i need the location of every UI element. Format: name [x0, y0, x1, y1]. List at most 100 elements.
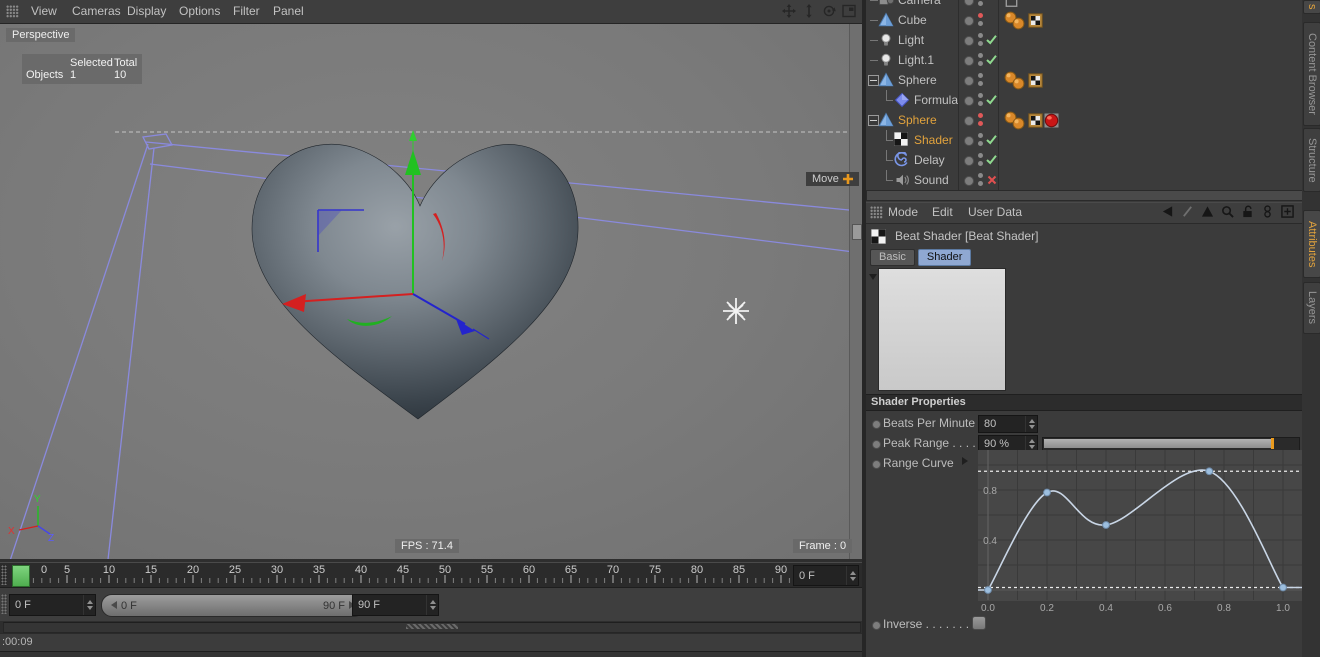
layer-dot[interactable] — [964, 156, 974, 166]
visibility-dot-render[interactable] — [978, 101, 983, 106]
panel-tab-attributes[interactable]: Attributes — [1303, 210, 1320, 278]
object-manager-scrollbar[interactable] — [866, 190, 1304, 201]
menu-cameras[interactable]: Cameras — [72, 4, 121, 18]
tag-red-sphere-tag[interactable] — [1044, 113, 1059, 128]
visibility-dot-editor[interactable] — [978, 93, 983, 98]
layer-dot[interactable] — [964, 0, 974, 6]
anim-dot[interactable] — [872, 420, 881, 429]
timeline-scrollbar[interactable] — [3, 622, 861, 633]
object-name[interactable]: Sphere — [898, 73, 937, 87]
viewport-rotate-icon[interactable] — [822, 4, 836, 18]
object-row-sound[interactable]: Sound — [866, 170, 1302, 190]
tag-texture-tag[interactable] — [1028, 12, 1043, 28]
layer-dot[interactable] — [964, 136, 974, 146]
drag-handle-icon[interactable] — [6, 5, 19, 18]
spinner[interactable] — [83, 595, 95, 615]
enabled-check-icon[interactable] — [986, 54, 997, 65]
menu-filter[interactable]: Filter — [233, 4, 260, 18]
attr-menu-edit[interactable]: Edit — [932, 205, 953, 219]
object-row-sphere[interactable]: Sphere — [866, 110, 1302, 130]
viewport-maximize-icon[interactable] — [842, 4, 856, 18]
menu-panel[interactable]: Panel — [273, 4, 304, 18]
object-row-camera[interactable]: Camera — [866, 0, 1302, 10]
timeline-ruler[interactable]: 0 5 10 15 20 25 30 35 40 45 50 55 60 65 70 75 80 85 90 0 F — [0, 562, 862, 588]
drag-handle-icon[interactable] — [1, 565, 7, 585]
layer-dot[interactable] — [964, 176, 974, 186]
visibility-dot-render[interactable] — [978, 181, 983, 186]
tab-shader[interactable]: Shader — [917, 249, 972, 266]
enabled-check-icon[interactable] — [986, 34, 997, 45]
object-name[interactable]: Shader — [914, 133, 953, 147]
panel-tab-structure[interactable]: Structure — [1303, 128, 1320, 192]
current-frame-field[interactable]: 0 F — [9, 594, 96, 616]
tag-material-tag[interactable] — [1012, 77, 1025, 90]
visibility-dot-render[interactable] — [978, 121, 983, 126]
layer-dot[interactable] — [964, 116, 974, 126]
beats-per-minute-field[interactable]: 80 — [978, 415, 1038, 433]
inverse-checkbox[interactable] — [972, 616, 986, 630]
drag-handle-icon[interactable] — [870, 206, 883, 219]
spinner[interactable] — [426, 595, 438, 615]
shader-preview-swatch[interactable] — [878, 268, 1006, 391]
visibility-dot-editor[interactable] — [978, 73, 983, 78]
visibility-dot-render[interactable] — [978, 41, 983, 46]
slider-handle[interactable] — [1271, 438, 1274, 449]
splitter-handle[interactable] — [852, 224, 862, 240]
scrollbar-thumb[interactable] — [406, 624, 458, 629]
object-row-shader[interactable]: Shader — [866, 130, 1302, 150]
object-name[interactable]: Light.1 — [898, 53, 934, 67]
tag-null-tag[interactable] — [1004, 0, 1019, 8]
menu-options[interactable]: Options — [179, 4, 220, 18]
enabled-check-icon[interactable] — [986, 94, 997, 105]
anim-dot[interactable] — [872, 460, 881, 469]
end-frame-field[interactable]: 90 F — [352, 594, 439, 616]
tag-texture-tag[interactable] — [1028, 112, 1043, 128]
visibility-dot-editor[interactable] — [978, 153, 983, 158]
tag-texture-tag[interactable] — [1028, 72, 1043, 88]
visibility-dot-editor[interactable] — [978, 173, 983, 178]
panel-tab-content-browser[interactable]: Content Browser — [1303, 22, 1320, 126]
attr-add-panel-icon[interactable] — [1281, 205, 1294, 218]
visibility-dot-render[interactable] — [978, 81, 983, 86]
visibility-dot-editor[interactable] — [978, 133, 983, 138]
visibility-dot-render[interactable] — [978, 21, 983, 26]
spinner[interactable] — [846, 566, 858, 585]
visibility-dot-render[interactable] — [978, 161, 983, 166]
enabled-check-icon[interactable] — [986, 154, 997, 165]
collapse-triangle-icon[interactable] — [869, 274, 877, 280]
visibility-dot-editor[interactable] — [978, 113, 983, 118]
object-name[interactable]: Light — [898, 33, 924, 47]
visibility-dot-render[interactable] — [978, 1, 983, 6]
object-row-cube[interactable]: Cube — [866, 10, 1302, 30]
object-name[interactable]: Cube — [898, 13, 927, 27]
attr-up-icon[interactable] — [1201, 205, 1214, 218]
anim-dot[interactable] — [872, 621, 881, 630]
visibility-dot-editor[interactable] — [978, 13, 983, 18]
spinner[interactable] — [1025, 416, 1037, 432]
layer-dot[interactable] — [964, 96, 974, 106]
viewport-pan-icon[interactable] — [782, 4, 796, 18]
visibility-dot-render[interactable] — [978, 141, 983, 146]
object-row-sphere[interactable]: Sphere — [866, 70, 1302, 90]
menu-view[interactable]: View — [31, 4, 57, 18]
object-row-light-1[interactable]: Light.1 — [866, 50, 1302, 70]
object-name[interactable]: Sphere — [898, 113, 937, 127]
attr-search-icon[interactable] — [1221, 205, 1234, 218]
viewport-zoom-icon[interactable] — [802, 4, 816, 18]
tab-basic[interactable]: Basic — [870, 249, 915, 266]
object-row-delay[interactable]: Delay — [866, 150, 1302, 170]
tag-material-tag[interactable] — [1012, 17, 1025, 30]
object-name[interactable]: Formula — [914, 93, 958, 107]
attr-link-icon[interactable] — [1261, 205, 1274, 218]
visibility-dot-editor[interactable] — [978, 33, 983, 38]
disabled-cross-icon[interactable] — [987, 175, 997, 185]
light-star-icon[interactable] — [723, 298, 749, 324]
enabled-check-icon[interactable] — [986, 134, 997, 145]
layer-dot[interactable] — [964, 56, 974, 66]
attr-forward-icon[interactable] — [1181, 205, 1194, 218]
expand-triangle-icon[interactable] — [962, 457, 968, 465]
menu-display[interactable]: Display — [127, 4, 166, 18]
range-curve-editor[interactable]: 0.4 0.8 0.0 0.2 0.4 0.6 0.8 1.0 — [978, 450, 1302, 613]
layer-dot[interactable] — [964, 16, 974, 26]
timeline-scrubber[interactable] — [12, 565, 30, 587]
